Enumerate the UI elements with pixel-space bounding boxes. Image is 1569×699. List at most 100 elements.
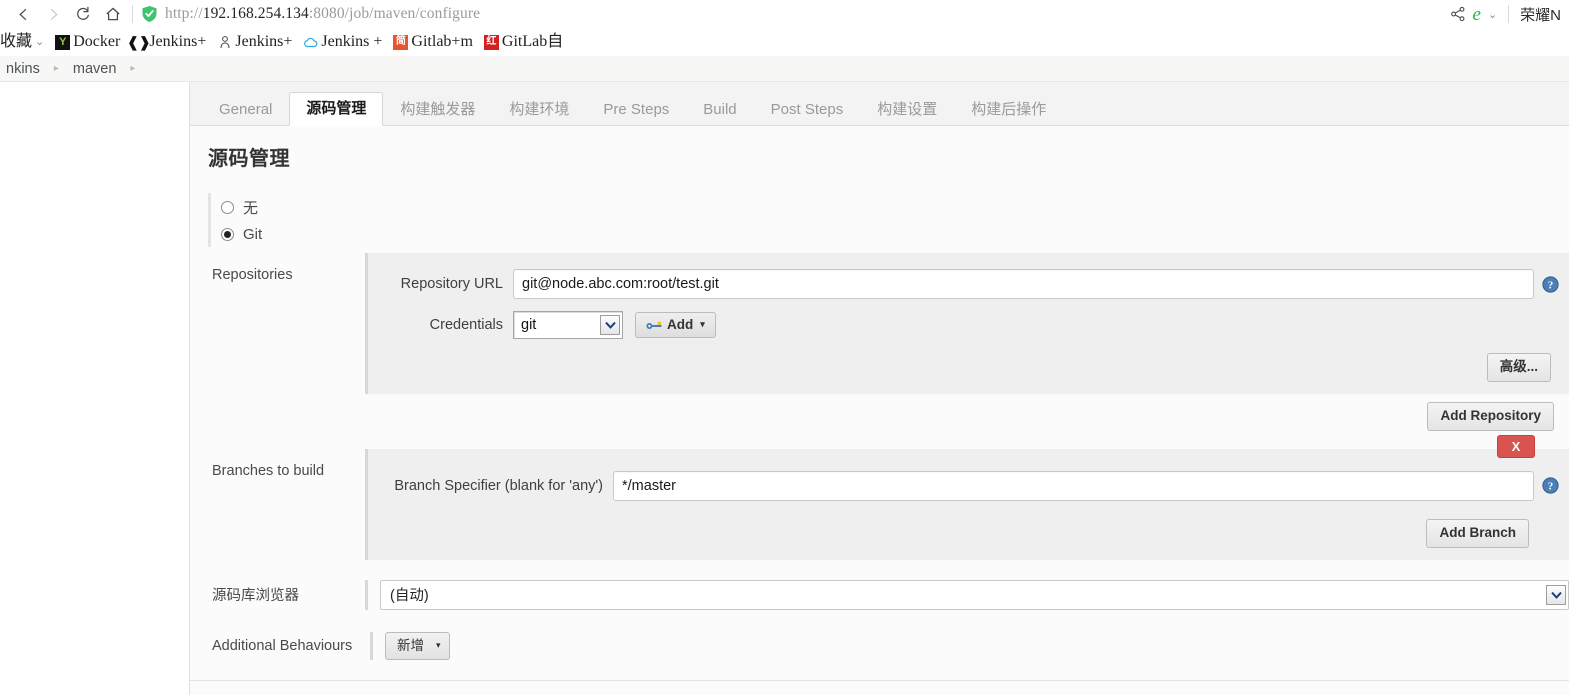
svg-text:?: ? <box>1548 481 1554 493</box>
breadcrumb-item-jenkins[interactable]: nkins <box>0 61 46 77</box>
caret-down-icon: ▾ <box>700 319 705 330</box>
radio-none[interactable] <box>221 201 234 214</box>
tab-build[interactable]: Build <box>686 93 753 126</box>
scm-option-git[interactable]: Git <box>211 222 1569 247</box>
svg-text:?: ? <box>1548 279 1554 291</box>
credentials-selected-value: git <box>521 317 537 333</box>
add-credentials-button[interactable]: Add ▾ <box>635 311 716 339</box>
branch-specifier-row: Branch Specifier (blank for 'any') */mas… <box>368 467 1569 505</box>
triangle-right-icon: ▸ <box>130 63 136 74</box>
share-icon[interactable] <box>1450 6 1466 22</box>
scm-option-label: Git <box>243 226 263 243</box>
bookmark-jenkins-2[interactable]: Jenkins+ <box>212 32 298 52</box>
tab-source-code-management[interactable]: 源码管理 <box>289 92 384 126</box>
config-tab-bar: General 源码管理 构建触发器 构建环境 Pre Steps Build … <box>190 82 1569 126</box>
repositories-row: Repositories Repository URL git@node.abc… <box>190 253 1569 394</box>
tab-pre-steps[interactable]: Pre Steps <box>586 93 686 126</box>
bookmark-gitlab-1[interactable]: 简 Gitlab+m <box>388 32 478 52</box>
tab-build-triggers[interactable]: 构建触发器 <box>383 93 492 126</box>
bookmark-label: Jenkins+ <box>149 33 207 50</box>
toolbar-right-group: e ⌄ 荣耀N <box>1444 4 1561 25</box>
key-icon <box>646 320 662 331</box>
jenkins-bracket-icon: ❰❱ <box>127 34 151 50</box>
chevron-down-icon: ⌄ <box>35 35 45 48</box>
add-credentials-label: Add <box>667 316 694 332</box>
add-behaviour-label: 新增 <box>397 637 424 653</box>
additional-behaviours-label: Additional Behaviours <box>212 637 353 654</box>
bookmark-docker[interactable]: Y Docker <box>50 32 126 52</box>
caret-down-icon: ▾ <box>436 640 441 650</box>
add-behaviour-button[interactable]: 新增 ▾ <box>385 631 450 661</box>
e-logo-icon[interactable]: e <box>1473 5 1481 24</box>
triangle-right-icon: ▸ <box>53 63 59 74</box>
repo-browser-selected-value: (自动) <box>390 588 429 605</box>
chevron-down-icon[interactable]: ⌄ <box>1488 8 1497 21</box>
additional-behaviours-row: Additional Behaviours 新增 ▾ <box>190 631 1569 661</box>
scm-option-none[interactable]: 无 <box>211 193 1569 222</box>
bookmark-gitlab-2[interactable]: 红 GitLab自 <box>479 32 569 52</box>
url-host: 192.168.254.134 <box>202 5 309 22</box>
reload-button[interactable] <box>68 1 98 27</box>
breadcrumb-item-maven[interactable]: maven <box>67 61 123 77</box>
additional-behaviours-body: 新增 ▾ <box>370 631 1569 661</box>
breadcrumb: nkins ▸ maven ▸ <box>0 56 1569 82</box>
bookmarks-bar: 收藏 ⌄ Y Docker ❰❱ Jenkins+ Jenkins+ Jenki… <box>0 28 1569 56</box>
docker-y-icon: Y <box>55 34 71 50</box>
repository-url-input[interactable]: git@node.abc.com:root/test.git <box>513 269 1534 299</box>
branch-specifier-label: Branch Specifier (blank for 'any') <box>394 477 603 494</box>
branch-specifier-input[interactable]: */master <box>613 470 1534 501</box>
bookmark-jenkins-3[interactable]: Jenkins + <box>298 32 388 52</box>
repo-browser-select[interactable]: (自动) <box>380 579 1569 610</box>
side-panel <box>0 82 190 695</box>
add-repository-button[interactable]: Add Repository <box>1427 401 1554 431</box>
branches-panel: X Branch Specifier (blank for 'any') */m… <box>365 434 1569 560</box>
tab-post-steps[interactable]: Post Steps <box>754 93 861 126</box>
bookmark-label: Jenkins + <box>321 33 383 50</box>
credentials-row: Credentials git Add ▾ <box>368 307 1569 343</box>
radio-git[interactable] <box>221 228 234 241</box>
credentials-label: Credentials <box>429 317 503 333</box>
repositories-panel: Repository URL git@node.abc.com:root/tes… <box>365 253 1569 394</box>
bookmark-jenkins-1[interactable]: ❰❱ Jenkins+ <box>126 32 212 52</box>
chevron-right-icon <box>50 8 58 20</box>
tab-post-build-actions[interactable]: 构建后操作 <box>954 93 1063 126</box>
credentials-select[interactable]: git <box>513 311 623 339</box>
tab-general[interactable]: General <box>202 93 289 126</box>
scm-option-label: 无 <box>243 200 259 217</box>
bookmark-favorites[interactable]: 收藏 ⌄ <box>0 32 50 52</box>
repository-url-label: Repository URL <box>400 276 503 292</box>
repositories-label: Repositories <box>212 267 293 283</box>
bookmark-label: Jenkins+ <box>235 33 293 50</box>
bookmark-label: GitLab自 <box>501 33 564 50</box>
chevron-down-icon[interactable] <box>600 315 620 335</box>
add-repository-row: Add Repository <box>190 401 1569 431</box>
help-circle-icon[interactable]: ? <box>1542 477 1559 494</box>
browser-chrome: http://192.168.254.134:8080/job/maven/co… <box>0 0 1569 56</box>
url-text: http://192.168.254.134:8080/job/maven/co… <box>165 5 481 22</box>
jenkins-cloud-icon <box>303 34 319 50</box>
chevron-down-icon[interactable] <box>1546 584 1566 605</box>
gitlab-jian-icon: 简 <box>393 34 409 50</box>
delete-branch-button[interactable]: X <box>1497 434 1535 458</box>
toolbar-divider <box>132 5 133 23</box>
next-section-title: 构建触发器 <box>190 681 1569 695</box>
page-title: 源码管理 <box>208 148 290 170</box>
repo-browser-body: (自动) <box>365 579 1569 610</box>
tab-build-settings[interactable]: 构建设置 <box>860 93 954 126</box>
forward-button[interactable] <box>38 1 68 27</box>
config-form: 源码管理 无 Git Repositories Repository URL g… <box>190 126 1569 695</box>
browser-toolbar: http://192.168.254.134:8080/job/maven/co… <box>0 0 1569 28</box>
branches-label: Branches to build <box>212 462 325 479</box>
page-body: General 源码管理 构建触发器 构建环境 Pre Steps Build … <box>0 82 1569 695</box>
address-bar[interactable]: http://192.168.254.134:8080/job/maven/co… <box>141 5 1444 23</box>
tab-build-environment[interactable]: 构建环境 <box>492 93 586 126</box>
help-circle-icon[interactable]: ? <box>1542 275 1559 293</box>
add-branch-button[interactable]: Add Branch <box>1426 518 1529 548</box>
gitlab-red-icon: 红 <box>483 34 499 50</box>
user-name-label[interactable]: 荣耀N <box>1520 4 1561 25</box>
bookmark-label: Gitlab+m <box>411 33 473 50</box>
back-button[interactable] <box>8 1 38 27</box>
bookmark-label: 收藏 <box>0 33 33 50</box>
advanced-button[interactable]: 高级... <box>1486 353 1551 382</box>
home-button[interactable] <box>98 1 128 27</box>
